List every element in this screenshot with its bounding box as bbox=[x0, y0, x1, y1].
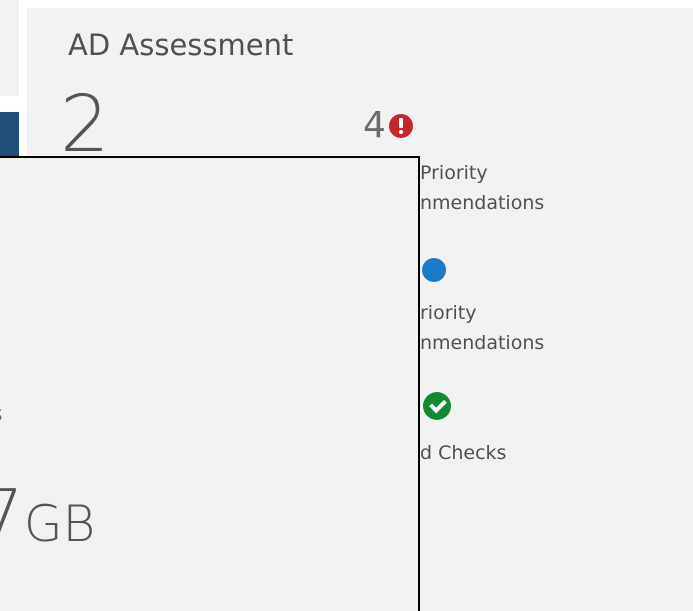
storage-size: 7 GB bbox=[0, 480, 95, 552]
storage-size-value: 7 bbox=[0, 474, 24, 558]
low-priority-label-line2: nmendations bbox=[420, 332, 545, 354]
high-priority-count-value: 4 bbox=[363, 105, 386, 146]
assessment-score: 2 bbox=[60, 80, 110, 170]
passed-checks-label: d Checks bbox=[420, 442, 507, 464]
low-priority-label-line1: riority bbox=[420, 302, 477, 324]
tile-title: AD Assessment bbox=[68, 28, 294, 62]
overlay-partial-text: s bbox=[0, 402, 2, 427]
dashboard-canvas: AD Assessment 2 4 Priority nmendations r… bbox=[0, 0, 693, 611]
high-priority-label-line2: nmendations bbox=[420, 192, 545, 214]
background-tile-accent-bar bbox=[0, 112, 19, 162]
info-icon bbox=[422, 258, 446, 282]
background-tile-partial[interactable] bbox=[0, 0, 19, 96]
high-priority-label-line1: Priority bbox=[420, 162, 488, 184]
error-icon bbox=[388, 114, 413, 138]
overlay-panel[interactable]: s 7 GB bbox=[0, 156, 420, 611]
storage-size-unit: GB bbox=[23, 495, 96, 553]
check-icon bbox=[423, 392, 451, 420]
high-priority-count: 4 bbox=[363, 108, 413, 144]
